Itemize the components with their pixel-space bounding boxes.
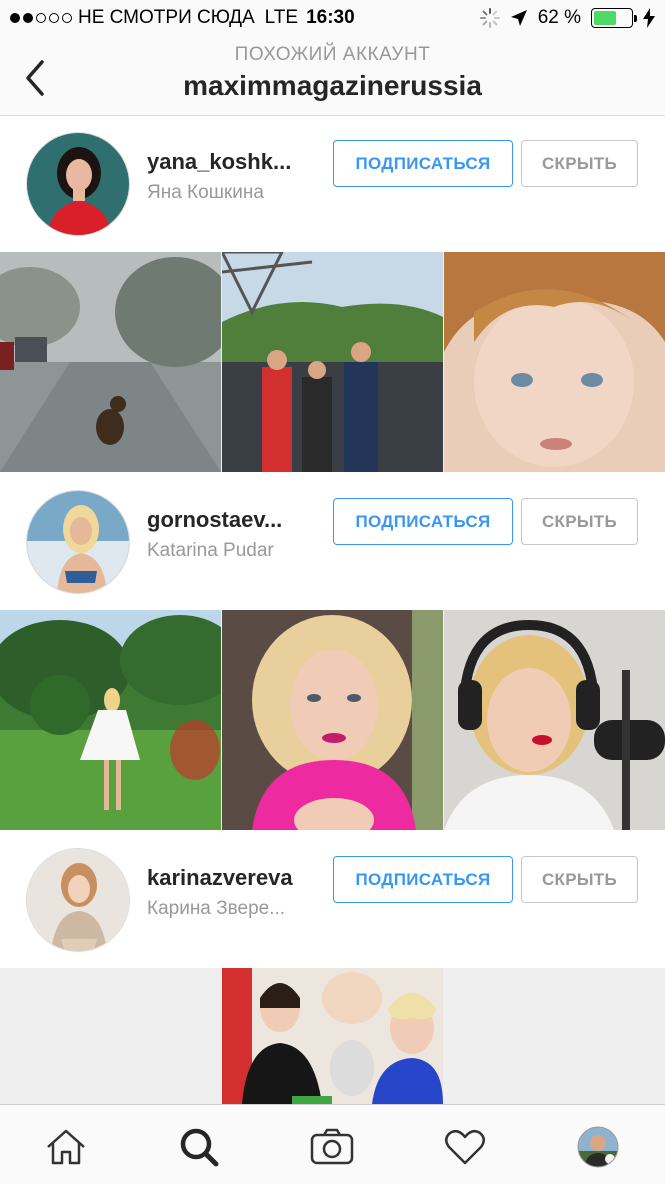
avatar[interactable] <box>26 490 130 594</box>
nav-header: ПОХОЖИЙ АККАУНТ maximmagazinerussia <box>0 36 665 116</box>
photo-thumbnail[interactable] <box>0 610 221 830</box>
status-time: 16:30 <box>306 7 355 28</box>
photo-thumbnail[interactable] <box>222 252 443 472</box>
tab-bar <box>0 1104 665 1184</box>
photo-grid <box>0 968 665 1104</box>
avatar[interactable] <box>26 132 130 236</box>
username[interactable]: yana_koshk... <box>147 149 317 175</box>
network-type: LTE <box>264 7 299 28</box>
loading-spinner-icon <box>479 8 500 28</box>
hide-button[interactable]: СКРЫТЬ <box>521 856 638 903</box>
username[interactable]: gornostaev... <box>147 507 317 533</box>
photo-thumbnail[interactable] <box>0 252 221 472</box>
tab-search[interactable] <box>177 1125 221 1169</box>
battery-percent: 62 % <box>537 7 581 28</box>
follow-button[interactable]: ПОДПИСАТЬСЯ <box>333 498 513 545</box>
full-name: Katarina Pudar <box>147 540 274 561</box>
search-icon <box>180 1128 219 1167</box>
tab-camera[interactable] <box>310 1125 354 1169</box>
suggestion-row: karinazvereva Карина Звере... ПОДПИСАТЬС… <box>0 832 665 968</box>
photo-thumbnail[interactable] <box>222 610 443 830</box>
location-arrow-icon <box>510 10 527 26</box>
suggestion-row: yana_koshk... Яна Кошкина ПОДПИСАТЬСЯ СК… <box>0 116 665 252</box>
camera-icon <box>310 1128 354 1165</box>
tab-activity[interactable] <box>443 1125 487 1169</box>
signal-strength-icon <box>10 13 72 23</box>
header-subtitle: ПОХОЖИЙ АККАУНТ <box>234 44 431 65</box>
photo-thumbnail[interactable] <box>444 610 665 830</box>
hide-button[interactable]: СКРЫТЬ <box>521 498 638 545</box>
suggestion-row: gornostaev... Katarina Pudar ПОДПИСАТЬСЯ… <box>0 474 665 610</box>
photo-thumbnail[interactable] <box>222 968 443 1104</box>
profile-avatar <box>577 1126 619 1168</box>
heart-icon <box>445 1129 485 1165</box>
status-bar: НЕ СМОТРИ СЮДА LTE 16:30 62 % <box>0 0 665 36</box>
follow-button[interactable]: ПОДПИСАТЬСЯ <box>333 856 513 903</box>
home-icon <box>47 1129 85 1165</box>
full-name: Карина Звере... <box>147 898 286 919</box>
follow-button[interactable]: ПОДПИСАТЬСЯ <box>333 140 513 187</box>
photo-thumbnail[interactable] <box>444 252 665 472</box>
tab-home[interactable] <box>44 1125 88 1169</box>
hide-button[interactable]: СКРЫТЬ <box>521 140 638 187</box>
photo-grid <box>0 252 665 472</box>
full-name: Яна Кошкина <box>147 182 264 203</box>
tab-profile[interactable] <box>576 1125 620 1169</box>
charging-bolt-icon <box>643 8 655 28</box>
photo-grid <box>0 610 665 830</box>
avatar[interactable] <box>26 848 130 952</box>
battery-icon <box>591 8 637 28</box>
carrier-name: НЕ СМОТРИ СЮДА <box>78 7 255 28</box>
back-arrow-icon[interactable] <box>22 58 52 98</box>
username[interactable]: karinazvereva <box>147 865 317 891</box>
page-title: maximmagazinerussia <box>183 70 482 101</box>
